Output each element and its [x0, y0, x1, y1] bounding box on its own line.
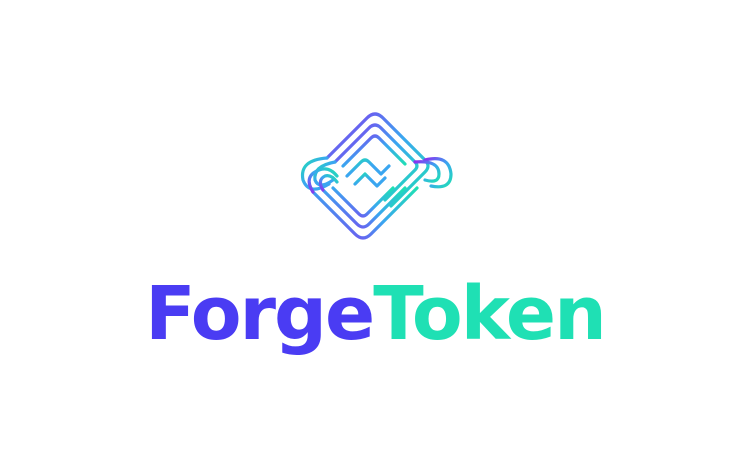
brand-name-token: Token [373, 271, 607, 357]
brand-name-forge: Forge [145, 271, 375, 357]
logo-canvas: ForgeToken [0, 0, 750, 450]
chain-link-logo-icon [300, 112, 453, 240]
brand-wordmark: ForgeToken [0, 272, 750, 356]
